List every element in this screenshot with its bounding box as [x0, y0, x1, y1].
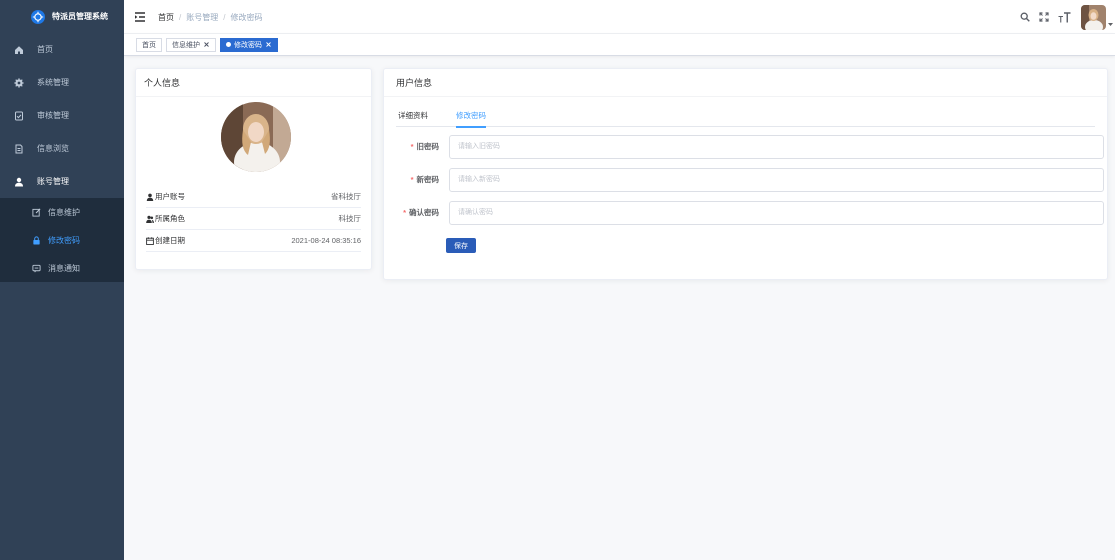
tag-label: 首页	[142, 41, 156, 49]
user-info-card: 用户信息 详细资料 修改密码 * 旧密码 * 新密码 * 确认密码 保存	[383, 68, 1108, 280]
sidebar-item-label: 信息浏览	[37, 144, 69, 153]
sidebar-item-label: 信息维护	[48, 207, 80, 217]
user-icon	[146, 193, 154, 201]
old-password-label: * 旧密码	[384, 141, 439, 152]
sidebar-item-label: 系统管理	[37, 78, 69, 87]
app-title: 特派员管理系统	[52, 12, 108, 21]
sidebar-item-messages[interactable]: 消息通知	[0, 254, 124, 282]
sidebar-submenu-account: 信息维护 修改密码 消息通知	[0, 198, 124, 282]
row-label: 用户账号	[146, 191, 185, 202]
user-avatar[interactable]	[1081, 4, 1106, 30]
tab-change-password[interactable]: 修改密码	[456, 105, 486, 128]
audit-icon	[14, 111, 24, 121]
user-info-card-title: 用户信息	[396, 78, 433, 88]
breadcrumb: 首页 / 账号管理 / 修改密码	[158, 0, 262, 34]
caret-down-icon[interactable]	[1108, 22, 1113, 27]
label-text: 新密码	[416, 175, 440, 184]
row-value: 省科技厅	[331, 192, 361, 201]
lock-icon	[32, 235, 41, 245]
search-icon[interactable]	[1020, 12, 1030, 22]
breadcrumb-separator: /	[223, 12, 226, 22]
close-icon[interactable]	[203, 41, 210, 48]
profile-card: 个人信息 用户账号 省科技厅 所属角色 科技厅 创建日期 2021-08-24 …	[135, 68, 372, 270]
sidebar-item-label: 修改密码	[48, 235, 80, 245]
row-label: 所属角色	[146, 213, 185, 224]
form-row-new-password: * 新密码	[384, 167, 1109, 192]
tag-label: 信息维护	[172, 41, 200, 49]
label-text: 旧密码	[416, 142, 440, 151]
tags-view: 首页 信息维护 修改密码	[124, 34, 1115, 56]
profile-card-title: 个人信息	[144, 78, 181, 88]
sidebar-item-label: 账号管理	[37, 177, 69, 186]
tag-home[interactable]: 首页	[136, 37, 162, 52]
sidebar-item-browse[interactable]: 信息浏览	[0, 132, 124, 165]
new-password-input[interactable]	[449, 167, 1104, 192]
tag-change-password[interactable]: 修改密码	[220, 37, 278, 52]
sidebar-item-info-maintain[interactable]: 信息维护	[0, 198, 124, 226]
sidebar-item-system[interactable]: 系统管理	[0, 66, 124, 99]
required-mark: *	[410, 142, 414, 151]
breadcrumb-home[interactable]: 首页	[158, 12, 174, 23]
profile-card-header: 个人信息	[136, 69, 371, 97]
peoples-icon	[146, 215, 154, 223]
new-password-label: * 新密码	[384, 174, 439, 185]
confirm-password-label: * 确认密码	[384, 207, 439, 218]
save-button[interactable]: 保存	[446, 238, 476, 253]
row-label-text: 用户账号	[155, 192, 185, 201]
user-info-card-header: 用户信息	[384, 69, 1107, 97]
breadcrumb-current: 修改密码	[230, 12, 263, 22]
sidebar-item-account[interactable]: 账号管理	[0, 165, 124, 198]
sidebar-item-label: 消息通知	[48, 263, 80, 273]
profile-row-role: 所属角色 科技厅	[146, 208, 361, 230]
top-navbar: 首页 / 账号管理 / 修改密码	[124, 0, 1115, 34]
row-label: 创建日期	[146, 235, 185, 246]
sidebar-item-audit[interactable]: 审核管理	[0, 99, 124, 132]
breadcrumb-account: 账号管理	[186, 12, 219, 22]
row-label-text: 创建日期	[155, 236, 185, 245]
tab-details[interactable]: 详细资料	[398, 105, 428, 127]
font-size-icon[interactable]	[1058, 11, 1071, 23]
label-text: 确认密码	[409, 208, 439, 217]
sidebar: 特派员管理系统 首页 系统管理 审核管理 信息浏览 账号管理 信息维护 修改密码…	[0, 0, 124, 560]
required-mark: *	[410, 175, 414, 184]
active-dot	[226, 42, 231, 47]
hamburger-icon[interactable]	[134, 11, 146, 23]
sidebar-item-label: 审核管理	[37, 111, 69, 120]
profile-info-list: 用户账号 省科技厅 所属角色 科技厅 创建日期 2021-08-24 08:35…	[146, 186, 361, 252]
user-icon	[14, 177, 24, 187]
old-password-input[interactable]	[449, 134, 1104, 159]
profile-row-created: 创建日期 2021-08-24 08:35:16	[146, 230, 361, 252]
header-actions	[1020, 0, 1113, 34]
app-logo[interactable]: 特派员管理系统	[0, 0, 124, 33]
profile-avatar[interactable]	[221, 102, 291, 172]
row-value: 2021-08-24 08:35:16	[291, 236, 361, 245]
edit-icon	[32, 208, 41, 217]
tag-label: 修改密码	[234, 41, 262, 49]
user-info-tabs: 详细资料 修改密码	[396, 105, 1095, 128]
browse-icon	[14, 144, 24, 154]
form-row-old-password: * 旧密码	[384, 134, 1109, 159]
sidebar-item-label: 首页	[37, 45, 53, 54]
row-label-text: 所属角色	[155, 214, 185, 223]
gear-icon	[14, 77, 24, 88]
home-icon	[14, 45, 24, 55]
profile-row-account: 用户账号 省科技厅	[146, 186, 361, 208]
logo-icon	[31, 9, 45, 24]
sidebar-item-change-password[interactable]: 修改密码	[0, 226, 124, 254]
close-icon[interactable]	[265, 41, 272, 48]
form-row-confirm-password: * 确认密码	[384, 200, 1109, 225]
row-value: 科技厅	[338, 214, 362, 223]
fullscreen-icon[interactable]	[1039, 12, 1049, 22]
message-icon	[32, 264, 41, 273]
breadcrumb-separator: /	[179, 12, 182, 22]
tag-info-maintain[interactable]: 信息维护	[166, 37, 216, 52]
sidebar-item-home[interactable]: 首页	[0, 33, 124, 66]
confirm-password-input[interactable]	[449, 200, 1104, 225]
required-mark: *	[403, 208, 406, 217]
date-icon	[146, 236, 154, 245]
